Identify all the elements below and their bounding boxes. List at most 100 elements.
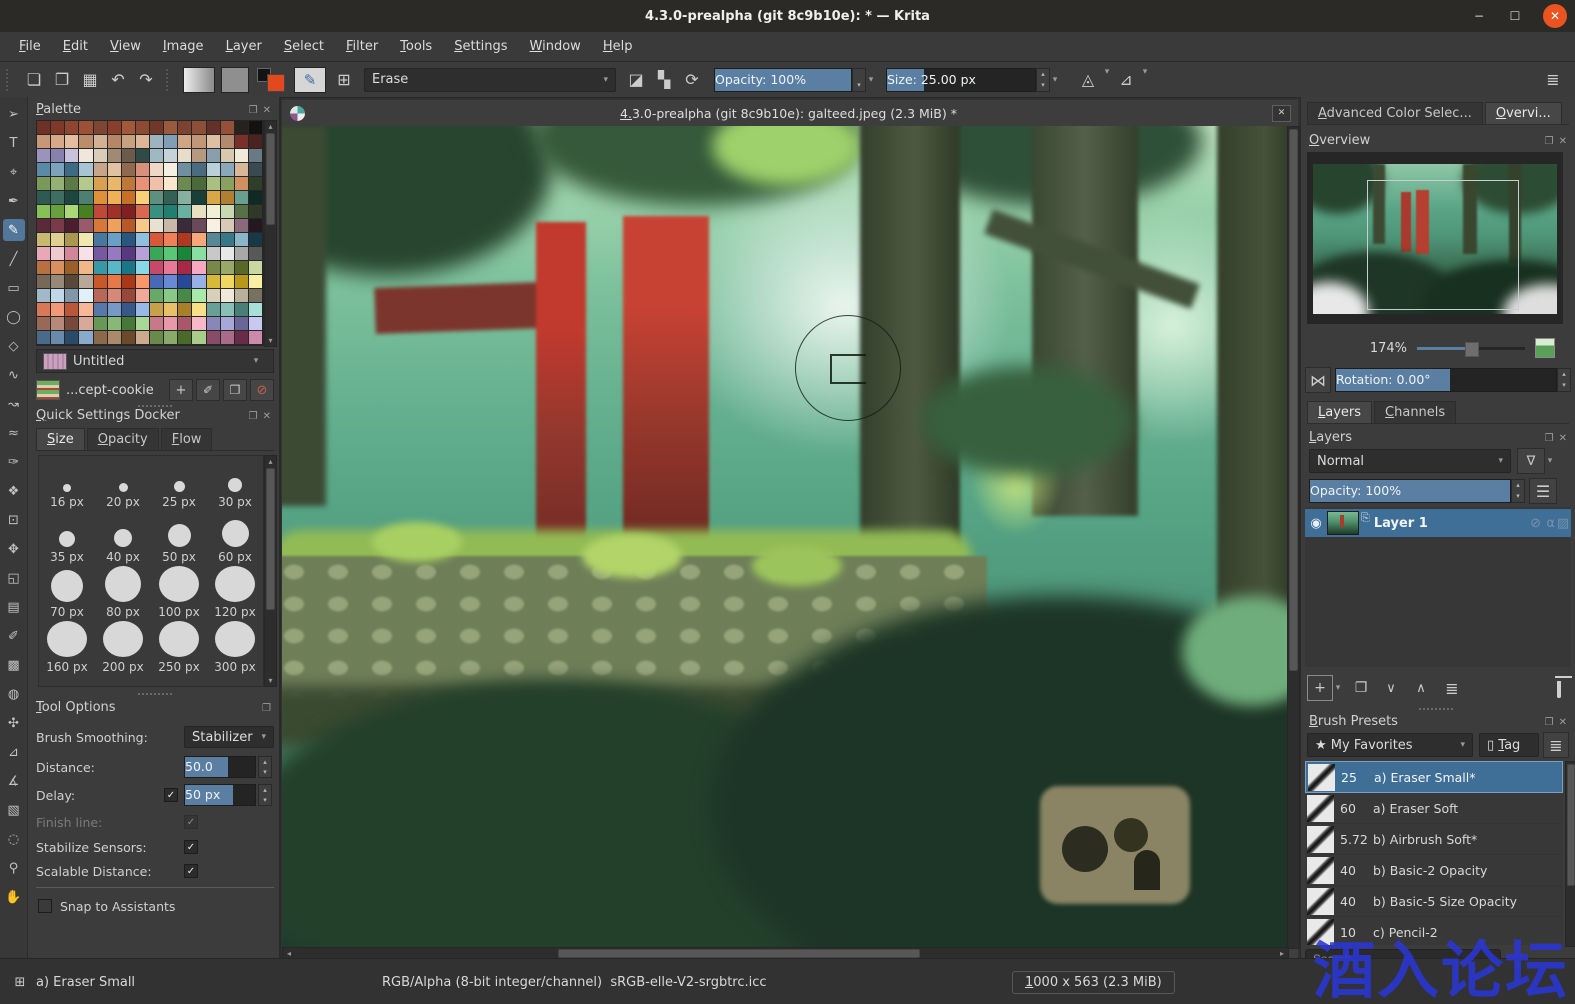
palette-swatch[interactable] (150, 121, 165, 135)
palette-swatch[interactable] (234, 331, 249, 345)
palette-swatch[interactable] (135, 205, 150, 219)
palette-swatch[interactable] (65, 135, 80, 149)
palette-swatch[interactable] (37, 177, 52, 191)
palette-swatch[interactable] (65, 275, 80, 289)
menu-filter[interactable]: Filter (335, 35, 389, 58)
scroll-up-icon[interactable]: ▴ (265, 457, 276, 466)
palette-swatch[interactable] (248, 331, 263, 345)
palette-swatch[interactable] (178, 331, 193, 345)
remove-swatch-icon[interactable]: ⊘ (250, 379, 274, 401)
layer-name[interactable]: Layer 1 (1374, 516, 1428, 531)
palette-swatch[interactable] (164, 135, 179, 149)
close-subwindow-icon[interactable]: ✕ (1272, 104, 1291, 122)
palette-swatch[interactable] (65, 331, 80, 345)
palette-swatch[interactable] (79, 317, 94, 331)
choose-workspace-icon[interactable]: ⊞ (330, 67, 358, 93)
palette-swatch[interactable] (135, 331, 150, 345)
palette-swatch[interactable] (192, 135, 207, 149)
move-layer-up-button[interactable]: ∧ (1409, 676, 1433, 700)
palette-swatch[interactable] (164, 289, 179, 303)
palette-swatch[interactable] (178, 163, 193, 177)
scroll-right-icon[interactable]: ▸ (1278, 949, 1286, 958)
palette-swatch[interactable] (135, 275, 150, 289)
palette-swatch[interactable] (79, 303, 94, 317)
palette-swatch[interactable] (37, 261, 52, 275)
palette-swatch[interactable] (37, 149, 52, 163)
palette-swatch[interactable] (93, 191, 108, 205)
palette-swatch[interactable] (65, 247, 80, 261)
palette-swatch[interactable] (107, 163, 122, 177)
palette-swatch[interactable] (192, 303, 207, 317)
palette-swatch[interactable] (206, 205, 221, 219)
palette-swatch[interactable] (65, 191, 80, 205)
palette-swatch[interactable] (220, 317, 235, 331)
palette-swatch[interactable] (206, 177, 221, 191)
menu-help[interactable]: Help (592, 35, 644, 58)
palette-swatch[interactable] (150, 247, 165, 261)
palette-swatch[interactable] (37, 317, 52, 331)
palette-swatch[interactable] (135, 233, 150, 247)
docker-drag-handle[interactable] (1419, 708, 1453, 710)
chevron-down-icon[interactable]: ▾ (1140, 67, 1150, 93)
palette-swatch[interactable] (150, 205, 165, 219)
palette-swatch[interactable] (234, 149, 249, 163)
palette-swatch[interactable] (164, 191, 179, 205)
text-tool[interactable]: T (3, 132, 25, 154)
line-tool[interactable]: ╱ (3, 248, 25, 270)
palette-swatch[interactable] (178, 149, 193, 163)
opacity-slider[interactable]: Opacity: 100% (714, 67, 852, 92)
palette-swatch[interactable] (107, 233, 122, 247)
palette-swatch[interactable] (107, 177, 122, 191)
folder-icon[interactable]: ❐ (223, 379, 247, 401)
pan-tool[interactable]: ✋ (3, 886, 25, 908)
float-docker-icon[interactable]: ❐ (249, 105, 258, 116)
brush-size-preset[interactable]: 25 px (151, 456, 207, 511)
layer-row[interactable]: ◉ ⎘ Layer 1 ⊘ α ▨ (1305, 509, 1571, 537)
palette-swatch[interactable] (65, 317, 80, 331)
rotation-spinner[interactable]: ▴ ▾ (1557, 368, 1571, 392)
mirror-view-icon[interactable]: ⋈ (1305, 367, 1331, 393)
opacity-spinner[interactable]: ▾ (852, 67, 866, 92)
close-docker-icon[interactable]: ✕ (1559, 717, 1567, 728)
palette-swatch[interactable] (220, 261, 235, 275)
palette-swatch[interactable] (234, 219, 249, 233)
palette-swatch[interactable] (150, 289, 165, 303)
palette-swatch[interactable] (37, 163, 52, 177)
brush-size-preset[interactable]: 40 px (95, 511, 151, 566)
polyline-tool[interactable]: ∿ (3, 364, 25, 386)
palette-swatch[interactable] (121, 163, 136, 177)
brush-size-preset[interactable]: 100 px (151, 566, 207, 621)
palette-swatch[interactable] (135, 303, 150, 317)
eraser-mode-icon[interactable]: ◪ (622, 67, 650, 93)
size-spinner[interactable]: ▴ ▾ (1036, 67, 1050, 92)
brush-preset-row[interactable]: 25 a) Eraser Small* (1305, 761, 1563, 793)
palette-swatch[interactable] (234, 261, 249, 275)
palette-swatch[interactable] (206, 289, 221, 303)
transform-tool[interactable]: ⊡ (3, 509, 25, 531)
palette-swatch[interactable] (248, 163, 263, 177)
palette-swatch[interactable] (37, 303, 52, 317)
minimize-button[interactable]: − (1467, 4, 1491, 28)
palette-swatch[interactable] (37, 205, 52, 219)
palette-swatch[interactable] (164, 303, 179, 317)
palette-swatch[interactable] (121, 219, 136, 233)
outline-select-tool[interactable]: ◌ (3, 828, 25, 850)
palette-swatch[interactable] (220, 303, 235, 317)
palette-swatch[interactable] (93, 135, 108, 149)
palette-swatch[interactable] (135, 219, 150, 233)
palette-swatch[interactable] (164, 261, 179, 275)
palette-swatch[interactable] (121, 135, 136, 149)
tag-filter-select[interactable]: ★ My Favorites ▾ (1307, 733, 1473, 757)
palette-swatch[interactable] (248, 121, 263, 135)
snap-to-assistants-checkbox[interactable] (38, 899, 52, 913)
palette-swatch[interactable] (192, 233, 207, 247)
brush-size-preset[interactable]: 30 px (207, 456, 263, 511)
redo-icon[interactable]: ↷ (132, 67, 160, 93)
palette-swatch[interactable] (234, 205, 249, 219)
palette-swatch[interactable] (178, 303, 193, 317)
palette-swatch[interactable] (93, 247, 108, 261)
add-swatch-button[interactable]: + (169, 379, 193, 401)
palette-swatch[interactable] (164, 233, 179, 247)
palette-swatch[interactable] (248, 135, 263, 149)
palette-swatch[interactable] (79, 261, 94, 275)
